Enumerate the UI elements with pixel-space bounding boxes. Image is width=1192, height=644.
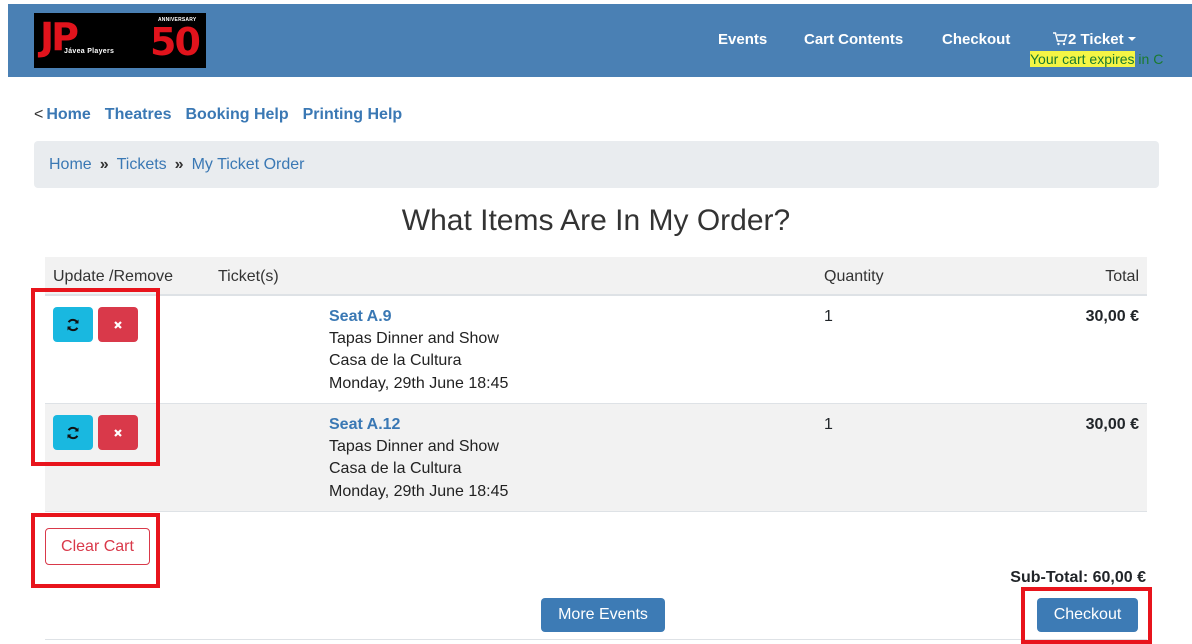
cart-expiry-tail: in C xyxy=(1134,51,1164,67)
subtotal: Sub-Total: 60,00 € xyxy=(1010,569,1146,586)
sublink-home[interactable]: Home xyxy=(46,106,90,123)
cart-count-label: 2 Ticket xyxy=(1068,31,1124,48)
secondary-nav: < Home Theatres Booking Help Printing Help xyxy=(34,106,416,124)
quantity-value: 1 xyxy=(824,416,833,433)
site-logo[interactable]: JP Jávea Players ANNIVERSARY 50 xyxy=(34,13,206,68)
seat-link[interactable]: Seat A.9 xyxy=(329,308,392,326)
chevron-down-icon xyxy=(1127,37,1136,41)
event-name: Tapas Dinner and Show xyxy=(329,438,499,455)
table-header: Update /Remove Ticket(s) Quantity Total xyxy=(45,257,1147,296)
annotation-box-update-remove xyxy=(31,288,160,466)
logo-fifty-text: 50 xyxy=(150,20,201,64)
back-chevron-icon: < xyxy=(34,106,44,123)
breadcrumb-home[interactable]: Home xyxy=(49,156,92,173)
table-row: Seat A.9 Tapas Dinner and Show Casa de l… xyxy=(45,296,1147,404)
nav-cart-contents-link[interactable]: Cart Contents xyxy=(804,31,903,48)
sublink-printing-help[interactable]: Printing Help xyxy=(303,106,403,123)
breadcrumb-separator: » xyxy=(99,156,109,173)
breadcrumb-separator: » xyxy=(174,156,184,173)
event-date: Monday, 29th June 18:45 xyxy=(329,375,509,392)
page-title: What Items Are In My Order? xyxy=(401,204,791,237)
sublink-theatres[interactable]: Theatres xyxy=(105,106,172,123)
order-table: Update /Remove Ticket(s) Quantity Total … xyxy=(45,257,1147,512)
header-quantity: Quantity xyxy=(824,268,884,285)
divider xyxy=(45,639,1147,640)
more-events-button[interactable]: More Events xyxy=(541,598,665,632)
annotation-box-checkout xyxy=(1021,587,1152,644)
sublink-booking-help[interactable]: Booking Help xyxy=(186,106,289,123)
breadcrumb-current[interactable]: My Ticket Order xyxy=(192,156,305,173)
venue-name: Casa de la Cultura xyxy=(329,460,462,477)
breadcrumb: Home » Tickets » My Ticket Order xyxy=(34,141,1159,188)
annotation-box-clear-cart xyxy=(31,513,160,588)
seat-link[interactable]: Seat A.12 xyxy=(329,416,400,434)
cart-expiry-highlight: Your cart expires xyxy=(1030,51,1135,67)
event-date: Monday, 29th June 18:45 xyxy=(329,483,509,500)
table-row: Seat A.12 Tapas Dinner and Show Casa de … xyxy=(45,404,1147,512)
cart-dropdown[interactable]: 2 Ticket xyxy=(1052,31,1136,48)
nav-events-link[interactable]: Events xyxy=(718,31,767,48)
venue-name: Casa de la Cultura xyxy=(329,352,462,369)
nav-checkout-link[interactable]: Checkout xyxy=(942,31,1010,48)
quantity-value: 1 xyxy=(824,308,833,325)
event-name: Tapas Dinner and Show xyxy=(329,330,499,347)
cart-expiry-notice: Your cart expires in C xyxy=(1030,51,1163,67)
cart-icon xyxy=(1053,32,1068,46)
breadcrumb-tickets[interactable]: Tickets xyxy=(117,156,167,173)
logo-name-text: Jávea Players xyxy=(64,48,115,55)
header-total: Total xyxy=(1105,268,1139,285)
header-tickets: Ticket(s) xyxy=(218,268,279,285)
row-total: 30,00 € xyxy=(1085,308,1139,325)
top-navbar: JP Jávea Players ANNIVERSARY 50 Events C… xyxy=(8,4,1192,77)
row-total: 30,00 € xyxy=(1085,416,1139,433)
header-update-remove: Update /Remove xyxy=(53,268,174,285)
